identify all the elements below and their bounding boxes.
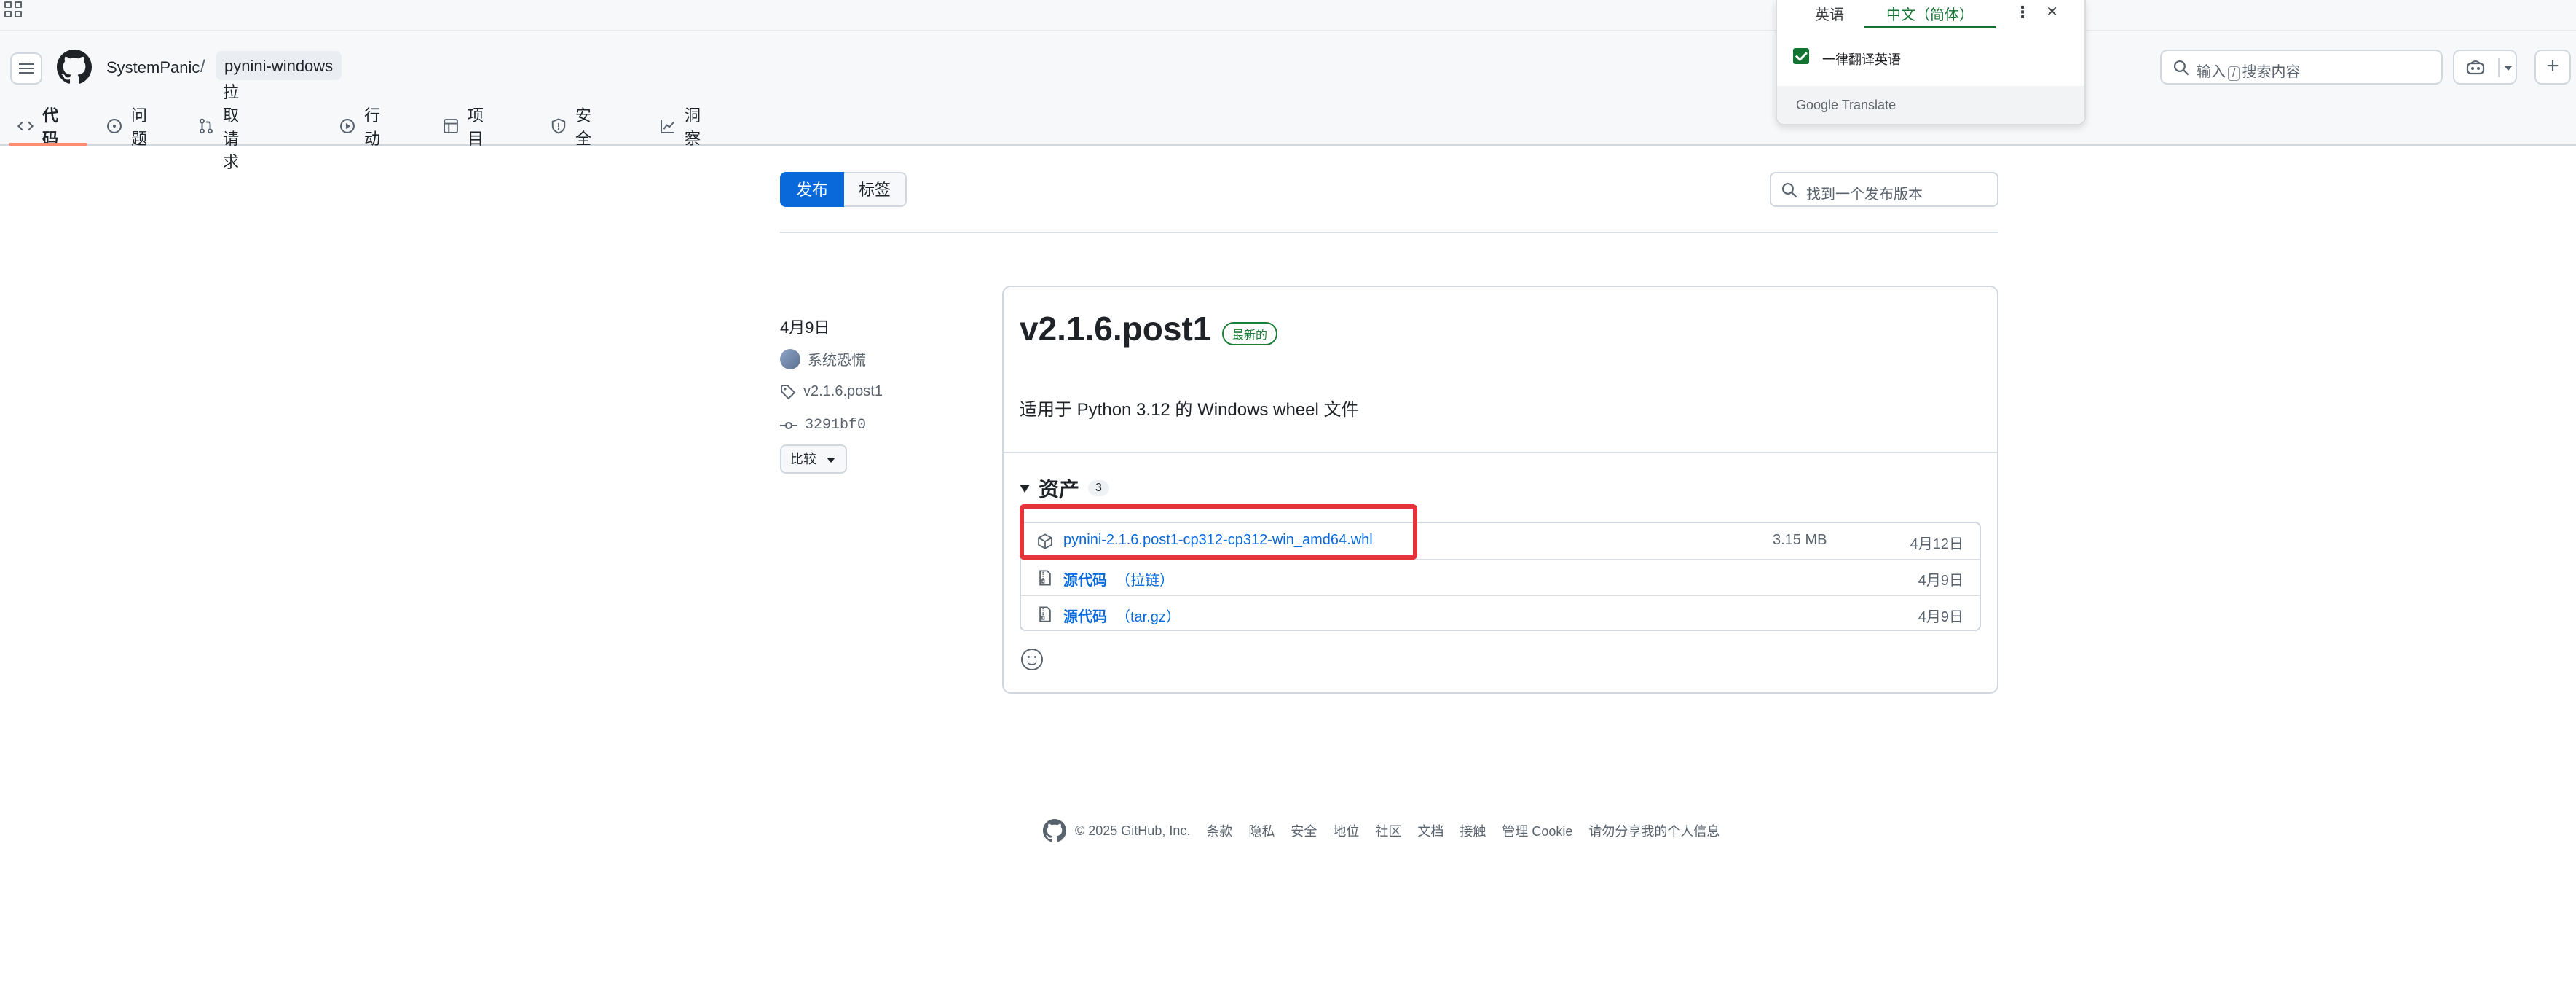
- hamburger-icon: [19, 67, 34, 70]
- active-tab-indicator: [9, 143, 87, 146]
- asset-link[interactable]: pynini-2.1.6.post1-cp312-cp312-win_amd64…: [1063, 532, 1373, 549]
- release-title[interactable]: v2.1.6.post1: [1020, 309, 1211, 348]
- triangle-down-icon: [1020, 484, 1030, 493]
- translate-tab-source[interactable]: 英语: [1815, 3, 1844, 24]
- github-logo-icon: [1043, 819, 1066, 842]
- release-card: v2.1.6.post1 最新的 适用于 Python 3.12 的 Windo…: [1002, 286, 1998, 694]
- github-logo-icon[interactable]: [57, 50, 92, 85]
- pull-request-icon: [200, 118, 213, 134]
- more-options-icon[interactable]: ⋮: [2014, 3, 2031, 22]
- asset-link[interactable]: 源代码 （拉链）: [1063, 568, 1174, 589]
- footer-link-cookies[interactable]: 管理 Cookie: [1502, 821, 1572, 840]
- assets-count-badge: 3: [1088, 480, 1109, 496]
- asset-row[interactable]: 源代码 （拉链） 4月9日: [1021, 560, 1980, 596]
- latest-badge: 最新的: [1222, 322, 1278, 345]
- tab-releases[interactable]: 发布: [780, 172, 845, 207]
- play-icon: [340, 119, 355, 133]
- footer-link-status[interactable]: 地位: [1333, 821, 1359, 840]
- github-header: SystemPanic / pynini-windows 输入 / 搜索内容 + 代…: [0, 31, 2576, 171]
- footer-link-contact[interactable]: 接触: [1460, 821, 1486, 840]
- tab-projects[interactable]: 项目: [443, 106, 484, 148]
- page-footer: © 2025 GitHub, Inc. 条款 隐私 安全 地位 社区 文档 接触…: [1043, 818, 1720, 844]
- asset-date: 4月9日: [1918, 573, 1963, 589]
- footer-link-docs[interactable]: 文档: [1417, 821, 1443, 840]
- release-date: 4月9日: [780, 318, 830, 337]
- asset-date: 4月12日: [1910, 536, 1963, 552]
- google-translate-brand: Google Translate: [1796, 98, 1896, 112]
- package-icon: [1038, 533, 1052, 549]
- asset-row[interactable]: pynini-2.1.6.post1-cp312-cp312-win_amd64…: [1021, 523, 1980, 560]
- tab-security[interactable]: 安全: [551, 106, 591, 148]
- asset-row[interactable]: 源代码 （tar.gz） 4月9日: [1021, 596, 1980, 632]
- commit-icon: [780, 421, 797, 429]
- breadcrumb-repo[interactable]: pynini-windows: [216, 51, 342, 80]
- footer-link-terms[interactable]: 条款: [1206, 821, 1232, 840]
- close-icon[interactable]: ×: [2047, 0, 2057, 23]
- release-author[interactable]: 系统恐慌: [780, 348, 866, 369]
- find-release-input[interactable]: 找到一个发布版本: [1770, 172, 1998, 207]
- shield-icon: [551, 118, 566, 134]
- tab-issues[interactable]: 问题: [106, 106, 147, 148]
- tab-pull-requests[interactable]: 拉取请求: [198, 83, 239, 171]
- tab-code[interactable]: 代码: [17, 106, 58, 148]
- footer-link-do-not-share[interactable]: 请勿分享我的个人信息: [1588, 821, 1720, 840]
- divider: [780, 232, 1998, 233]
- file-zip-icon: [1039, 570, 1051, 586]
- graph-icon: [661, 120, 674, 133]
- tab-tags[interactable]: 标签: [844, 172, 907, 207]
- search-placeholder: 输入 / 搜索内容: [2197, 64, 2301, 81]
- translate-tab-target[interactable]: 中文（简体）: [1886, 3, 1974, 24]
- asset-size: 3.15 MB: [1773, 532, 1827, 548]
- release-tag[interactable]: v2.1.6.post1: [780, 383, 883, 400]
- footer-link-security[interactable]: 安全: [1291, 821, 1317, 840]
- table-icon: [444, 119, 458, 133]
- assets-list: pynini-2.1.6.post1-cp312-cp312-win_amd64…: [1020, 522, 1981, 631]
- asset-link[interactable]: 源代码 （tar.gz）: [1063, 605, 1181, 626]
- issue-icon: [107, 119, 122, 133]
- menu-button[interactable]: [10, 52, 42, 85]
- tab-insights[interactable]: 洞察: [660, 106, 701, 148]
- footer-copyright: © 2025 GitHub, Inc.: [1075, 823, 1191, 838]
- release-tabs: 发布 标签: [780, 172, 907, 207]
- compare-button[interactable]: 比较: [780, 444, 847, 474]
- smiley-icon[interactable]: [1021, 649, 1043, 670]
- browser-toolbar: [0, 0, 2576, 31]
- search-icon: [2173, 60, 2189, 76]
- copilot-button[interactable]: [2453, 50, 2517, 85]
- breadcrumb-owner[interactable]: SystemPanic: [106, 58, 200, 77]
- asset-date: 4月9日: [1918, 609, 1963, 625]
- always-translate-checkbox[interactable]: [1793, 48, 1809, 64]
- copilot-icon: [2466, 60, 2485, 75]
- release-description: 适用于 Python 3.12 的 Windows wheel 文件: [1020, 400, 1359, 420]
- search-input[interactable]: 输入 / 搜索内容: [2160, 50, 2443, 85]
- tag-icon: [781, 384, 796, 399]
- footer-link-privacy[interactable]: 隐私: [1248, 821, 1275, 840]
- translate-tab-indicator: [1864, 26, 1996, 28]
- search-icon: [1781, 182, 1797, 198]
- tab-actions[interactable]: 行动: [339, 106, 380, 148]
- create-new-button[interactable]: +: [2534, 50, 2571, 85]
- file-zip-icon: [1039, 606, 1051, 622]
- translate-popup: 英语 中文（简体） ⋮ × 一律翻译英语 Google Translate: [1776, 0, 2086, 125]
- chevron-down-icon: [827, 458, 835, 463]
- divider: [1004, 452, 1997, 453]
- apps-grid-icon[interactable]: [4, 1, 23, 17]
- always-translate-label: 一律翻译英语: [1822, 52, 1901, 67]
- avatar: [780, 348, 800, 369]
- assets-toggle[interactable]: 资产 3: [1020, 474, 1109, 503]
- find-release-placeholder: 找到一个发布版本: [1806, 187, 1923, 203]
- breadcrumb-separator: /: [200, 57, 205, 77]
- chevron-down-icon: [2504, 66, 2513, 71]
- release-commit[interactable]: 3291bf0: [780, 417, 866, 434]
- translate-footer: Google Translate: [1777, 86, 2084, 124]
- footer-link-community[interactable]: 社区: [1375, 821, 1401, 840]
- code-icon: [17, 121, 34, 131]
